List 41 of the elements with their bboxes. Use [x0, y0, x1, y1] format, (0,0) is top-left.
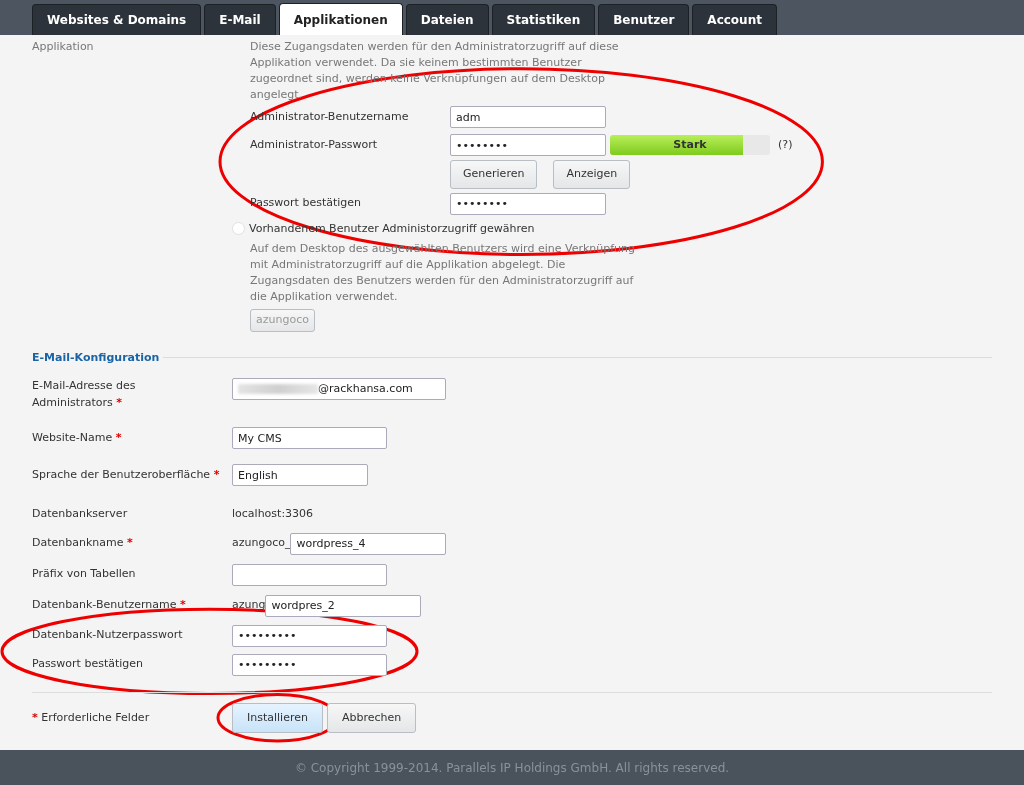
tab[interactable]: Statistiken [491, 4, 596, 35]
field-label: E-Mail-Adresse des Administrators * [32, 378, 137, 411]
tab[interactable]: Applikationen [278, 3, 403, 35]
field-label: Website-Name * [32, 429, 123, 446]
generate-button[interactable]: Generieren [450, 160, 538, 189]
section-title: E-Mail-Konfiguration [32, 349, 160, 366]
field-label: Präfix von Tabellen [32, 566, 137, 583]
input-field[interactable]: adm [450, 106, 606, 128]
tab[interactable]: Dateien [405, 4, 489, 35]
input-field[interactable]: My CMS [232, 427, 387, 449]
install-button[interactable]: Installieren [232, 702, 323, 733]
input-field[interactable]: ••••••••• [232, 624, 387, 647]
prefix-text: azungoco_ [232, 535, 291, 552]
show-button[interactable]: Anzeigen [553, 160, 631, 189]
copyright-text: © Copyright 1999-2014. Parallels IP Holdings GmbH. All rights reserved. [294, 759, 730, 777]
field-label: Passwort bestätigen [32, 656, 145, 673]
tab[interactable]: Account [692, 4, 777, 35]
input-field[interactable]: wordpres_2 [265, 594, 422, 617]
input-field[interactable]: •••••••• [450, 192, 606, 215]
help-link[interactable]: (?) [778, 136, 793, 154]
field-label: Applikation [32, 39, 95, 55]
field-label: Datenbankserver [32, 506, 129, 522]
strength-text: Stark [672, 137, 708, 153]
field-value: localhost:3306 [232, 506, 314, 522]
prefix-text: azung [232, 597, 266, 614]
cancel-button[interactable]: Abbrechen [326, 702, 417, 733]
field-label: Passwort bestätigen [250, 195, 363, 212]
input-field[interactable]: •••••••• [450, 134, 606, 156]
input-field[interactable]: @rackhansa.com [232, 378, 446, 400]
tab[interactable]: Websites & Domains [32, 4, 202, 35]
field-label: Administrator-Passwort [250, 136, 379, 153]
field-label: Datenbankname * [32, 535, 134, 552]
field-label: Sprache der Benutzeroberfläche * [32, 466, 221, 483]
field-label: Datenbank-Benutzername * [32, 597, 187, 614]
tab[interactable]: E-Mail [204, 4, 276, 35]
field-label: Datenbank-Nutzerpasswort [32, 627, 184, 644]
input-field[interactable]: English [232, 464, 368, 486]
input-field[interactable]: wordpress_4 [290, 532, 447, 555]
required-note: * Erforderliche Felder [32, 709, 151, 726]
input-field[interactable]: ••••••••• [232, 653, 387, 676]
tab[interactable]: Benutzer [598, 4, 690, 35]
